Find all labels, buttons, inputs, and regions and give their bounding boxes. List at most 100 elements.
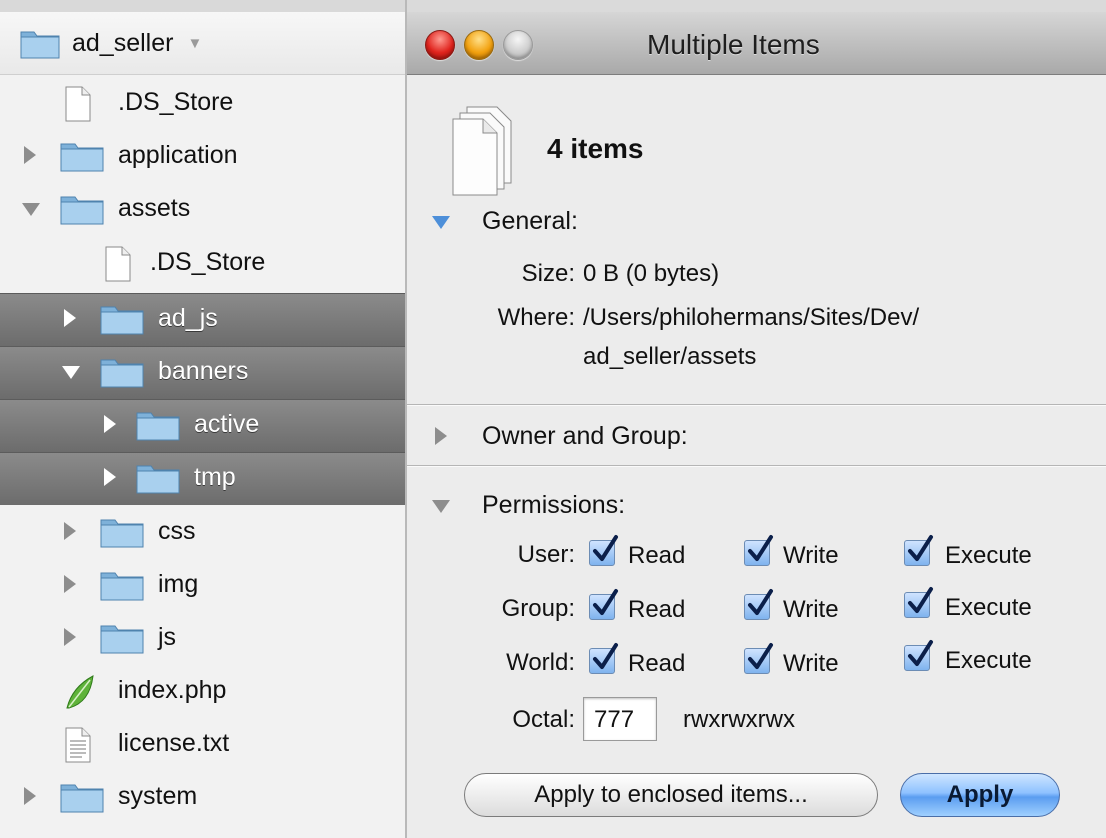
- document-icon: [105, 246, 131, 282]
- zoom-button[interactable]: [503, 30, 533, 60]
- checkmark-icon: [593, 643, 618, 669]
- owner-group-section-title[interactable]: Owner and Group:: [482, 422, 688, 451]
- disclosure-triangle-icon[interactable]: [104, 415, 116, 433]
- owner-group-disclosure-icon[interactable]: [435, 427, 447, 445]
- where-label: Where:: [497, 304, 575, 331]
- disclosure-triangle-icon[interactable]: [24, 787, 36, 805]
- file-browser-sidebar: ad_seller ▼ .DS_Store application assets…: [0, 0, 407, 838]
- disclosure-triangle-icon[interactable]: [22, 203, 40, 216]
- row-8[interactable]: css: [0, 507, 405, 559]
- general-disclosure-icon[interactable]: [432, 216, 450, 229]
- world-execute-checkbox[interactable]: [904, 640, 933, 671]
- checkmark-icon: [908, 535, 933, 561]
- row-10[interactable]: js: [0, 613, 405, 665]
- folder-icon: [100, 572, 144, 601]
- octal-label: Octal:: [512, 706, 575, 733]
- row-6[interactable]: active: [0, 399, 405, 452]
- disclosure-triangle-icon[interactable]: [104, 468, 116, 486]
- minimize-button[interactable]: [464, 30, 494, 60]
- tree-item-label: img: [158, 570, 199, 598]
- info-summary: 4 items General: Size: 0 B (0 bytes) Whe…: [407, 75, 1106, 397]
- user-read-checkbox[interactable]: [589, 535, 618, 566]
- world-execute-label: Execute: [945, 647, 1032, 674]
- checkmark-icon: [593, 535, 618, 561]
- text-file-icon: [65, 727, 91, 763]
- apply-to-enclosed-button[interactable]: Apply to enclosed items...: [464, 773, 878, 817]
- tree-item-label: js: [158, 623, 177, 651]
- world-read-checkbox[interactable]: [589, 643, 618, 674]
- php-leaf-icon: [66, 675, 94, 709]
- tree-item-label: application: [118, 141, 238, 169]
- user-write-label: Write: [783, 542, 839, 569]
- user-read-label: Read: [628, 542, 686, 569]
- checkmark-icon: [908, 640, 933, 666]
- row-5[interactable]: banners: [0, 346, 405, 399]
- project-name: ad_seller: [72, 28, 174, 57]
- folder-icon: [20, 31, 60, 59]
- folder-icon: [60, 196, 104, 225]
- row-2[interactable]: assets: [0, 184, 405, 236]
- tree-item-label: index.php: [118, 676, 227, 704]
- world-write-checkbox[interactable]: [744, 643, 773, 674]
- folder-icon: [136, 465, 180, 494]
- items-count: 4 items: [547, 133, 644, 164]
- multiple-documents-icon: [452, 106, 512, 196]
- close-button[interactable]: [425, 30, 455, 60]
- row-13[interactable]: system: [0, 772, 405, 824]
- checkmark-icon: [908, 587, 933, 613]
- checkmark-icon: [748, 643, 773, 669]
- row-4[interactable]: ad_js: [0, 293, 405, 346]
- chevron-down-icon[interactable]: ▼: [187, 35, 202, 52]
- perm-row-label-user: User:: [517, 541, 575, 568]
- group-write-checkbox[interactable]: [744, 589, 773, 620]
- tree-item-label: tmp: [194, 463, 236, 491]
- permissions-disclosure-icon[interactable]: [432, 500, 450, 513]
- row-0[interactable]: .DS_Store: [0, 78, 405, 130]
- row-9[interactable]: img: [0, 560, 405, 612]
- symbolic-permissions: rwxrwxrwx: [683, 706, 795, 733]
- user-write-checkbox[interactable]: [744, 535, 773, 566]
- checkmark-icon: [748, 589, 773, 615]
- disclosure-triangle-icon[interactable]: [24, 146, 36, 164]
- project-selector[interactable]: ad_seller ▼: [0, 12, 405, 75]
- perm-row-label-group: Group:: [501, 595, 575, 622]
- folder-icon: [100, 359, 144, 388]
- disclosure-triangle-icon[interactable]: [64, 522, 76, 540]
- title-bar[interactable]: Multiple Items: [407, 12, 1106, 75]
- row-7[interactable]: tmp: [0, 452, 405, 505]
- user-execute-label: Execute: [945, 542, 1032, 569]
- tree-item-label: banners: [158, 357, 249, 385]
- tree-item-label: .DS_Store: [150, 248, 266, 276]
- tree-item-label: ad_js: [158, 304, 218, 332]
- permissions-section-title[interactable]: Permissions:: [482, 491, 625, 520]
- tree-item-label: .DS_Store: [118, 88, 234, 116]
- group-execute-checkbox[interactable]: [904, 587, 933, 618]
- row-11[interactable]: index.php: [0, 666, 405, 718]
- tree-item-label: css: [158, 517, 196, 545]
- group-read-label: Read: [628, 596, 686, 623]
- folder-icon: [136, 412, 180, 441]
- row-12[interactable]: license.txt: [0, 719, 405, 771]
- disclosure-triangle-icon[interactable]: [64, 575, 76, 593]
- folder-icon: [100, 625, 144, 654]
- folder-icon: [100, 519, 144, 548]
- folder-icon: [60, 784, 104, 813]
- document-icon: [65, 86, 91, 122]
- size-value: 0 B (0 bytes): [583, 260, 720, 287]
- disclosure-triangle-icon[interactable]: [62, 366, 80, 379]
- user-execute-checkbox[interactable]: [904, 535, 933, 566]
- section-divider: [407, 465, 1106, 467]
- octal-field[interactable]: 777: [583, 697, 657, 741]
- row-1[interactable]: application: [0, 131, 405, 183]
- tree-item-label: active: [194, 410, 260, 438]
- group-read-checkbox[interactable]: [589, 589, 618, 620]
- apply-button[interactable]: Apply: [900, 773, 1060, 817]
- get-info-window: Multiple Items 4 items General: Size: 0 …: [407, 0, 1106, 838]
- general-section-title[interactable]: General:: [482, 207, 578, 236]
- row-3[interactable]: .DS_Store: [0, 238, 405, 290]
- group-execute-label: Execute: [945, 594, 1032, 621]
- world-read-label: Read: [628, 650, 686, 677]
- disclosure-triangle-icon[interactable]: [64, 628, 76, 646]
- disclosure-triangle-icon[interactable]: [64, 309, 76, 327]
- size-label: Size:: [521, 260, 575, 287]
